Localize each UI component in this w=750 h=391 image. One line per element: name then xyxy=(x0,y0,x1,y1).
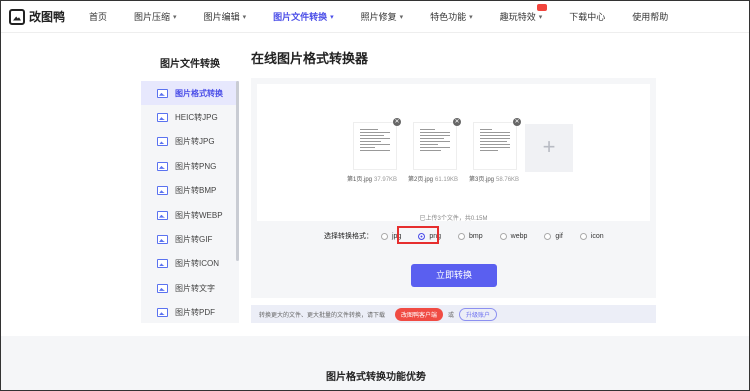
image-file-icon xyxy=(157,283,168,293)
plus-icon: + xyxy=(542,134,556,159)
close-icon[interactable]: ✕ xyxy=(453,118,461,126)
nav-item-home[interactable]: 首页 xyxy=(89,1,107,33)
nav-item-download[interactable]: 下载中心 xyxy=(569,1,605,33)
top-nav: 改图鸭 首页 图片压缩 ▾ 图片编辑 ▾ 图片文件转换 ▾ 照片修复 ▾ 特色功能 ▾ 趣… xyxy=(1,1,749,33)
sidebar-item-to-png[interactable]: 图片转PNG xyxy=(141,154,239,178)
image-file-icon xyxy=(157,186,168,196)
upload-area[interactable]: ✕ 第1页.jpg 37.97KB ✕ 第2页.jpg 61.19KB ✕ 第3页.… xyxy=(257,84,650,221)
format-radio-gif[interactable]: gif xyxy=(544,232,563,240)
nav-item-features[interactable]: 特色功能 ▾ xyxy=(430,1,473,33)
chevron-down-icon: ▾ xyxy=(242,13,247,21)
close-icon[interactable]: ✕ xyxy=(513,118,521,126)
sidebar-item-heic-to-jpg[interactable]: HEIC转JPG xyxy=(141,105,239,129)
upgrade-account-button[interactable]: 升级账户 xyxy=(459,307,498,321)
format-radio-icon[interactable]: icon xyxy=(579,232,604,240)
sidebar-item-to-jpg[interactable]: 图片转JPG xyxy=(141,130,239,154)
image-file-icon xyxy=(157,210,168,220)
file-thumbnail: ✕ xyxy=(353,118,401,170)
nav-menu: 首页 图片压缩 ▾ 图片编辑 ▾ 图片文件转换 ▾ 照片修复 ▾ 特色功能 ▾ 趣玩特效 ▾… xyxy=(89,1,695,33)
format-selector: 选择转换格式： jpg png bmp webp gif icon xyxy=(324,231,621,241)
add-file-button[interactable]: + xyxy=(525,124,573,172)
nav-item-convert[interactable]: 图片文件转换 ▾ xyxy=(273,1,334,33)
sidebar-title: 图片文件转换 xyxy=(160,59,220,70)
file-thumbnail: ✕ xyxy=(473,118,521,170)
sidebar-item-to-icon[interactable]: 图片转ICON xyxy=(141,252,239,276)
format-radio-bmp[interactable]: bmp xyxy=(458,232,483,240)
nav-item-repair[interactable]: 照片修复 ▾ xyxy=(361,1,404,33)
nav-item-compress[interactable]: 图片压缩 ▾ xyxy=(134,1,177,33)
brand-name: 改图鸭 xyxy=(29,10,66,24)
promo-bar: 转换更大的文件、更大批量的文件转换，请下载 改图鸭客户端 或 升级账户 xyxy=(251,305,656,323)
image-file-icon xyxy=(157,235,168,245)
nav-item-effects[interactable]: 趣玩特效 ▾ xyxy=(500,1,548,33)
sidebar-item-to-bmp[interactable]: 图片转BMP xyxy=(141,179,239,203)
sidebar-item-to-gif[interactable]: 图片转GIF xyxy=(141,227,239,251)
chevron-down-icon: ▾ xyxy=(538,13,543,21)
format-radio-webp[interactable]: webp xyxy=(499,232,527,240)
page-title: 在线图片格式转换器 xyxy=(251,51,369,66)
png-highlight-box xyxy=(397,226,439,244)
app-window: 改图鸭 首页 图片压缩 ▾ 图片编辑 ▾ 图片文件转换 ▾ 照片修复 ▾ 特色功能 ▾ 趣… xyxy=(0,0,750,391)
image-file-icon xyxy=(157,113,168,123)
features-title: 图片格式转换功能优势 xyxy=(326,372,426,383)
convert-button[interactable]: 立即转换 xyxy=(411,264,497,287)
image-file-icon xyxy=(157,308,168,318)
chevron-down-icon: ▾ xyxy=(399,13,404,21)
sidebar-item-format-convert[interactable]: 图片格式转换 xyxy=(141,81,239,106)
upload-summary: 已上传3个文件，共0.15M xyxy=(419,216,488,222)
brand-logo[interactable]: 改图鸭 xyxy=(9,8,65,25)
new-badge xyxy=(537,3,548,11)
file-label: 第1页.jpg 37.97KB xyxy=(347,177,398,183)
image-file-icon xyxy=(157,259,168,269)
promo-text: 转换更大的文件、更大批量的文件转换，请下载 xyxy=(259,312,386,319)
sidebar-item-to-webp[interactable]: 图片转WEBP xyxy=(141,203,239,227)
chevron-down-icon: ▾ xyxy=(173,13,177,21)
image-file-icon xyxy=(157,137,168,147)
nav-item-help[interactable]: 使用帮助 xyxy=(632,1,668,33)
sidebar-item-to-text[interactable]: 图片转文字 xyxy=(141,276,239,300)
sidebar-scrollbar[interactable] xyxy=(236,81,239,261)
image-file-icon xyxy=(157,88,168,98)
image-icon xyxy=(9,8,25,25)
sidebar-item-to-pdf[interactable]: 图片转PDF xyxy=(141,301,239,323)
file-thumbnail: ✕ xyxy=(413,118,461,170)
chevron-down-icon: ▾ xyxy=(469,13,473,21)
download-client-button[interactable]: 改图鸭客户端 xyxy=(395,307,444,321)
chevron-down-icon: ▾ xyxy=(330,13,334,21)
nav-item-edit[interactable]: 图片编辑 ▾ xyxy=(204,1,247,33)
file-label: 第3页.jpg 58.76KB xyxy=(469,177,520,183)
converter-panel: ✕ 第1页.jpg 37.97KB ✕ 第2页.jpg 61.19KB ✕ 第3页.… xyxy=(251,78,656,298)
promo-or: 或 xyxy=(448,312,455,319)
sidebar: 图片格式转换 HEIC转JPG 图片转JPG 图片转PNG 图片转BMP 图片转… xyxy=(141,81,239,323)
file-label: 第2页.jpg 61.19KB xyxy=(408,177,459,183)
image-file-icon xyxy=(157,161,168,171)
close-icon[interactable]: ✕ xyxy=(393,118,401,126)
format-label: 选择转换格式： xyxy=(324,233,373,240)
